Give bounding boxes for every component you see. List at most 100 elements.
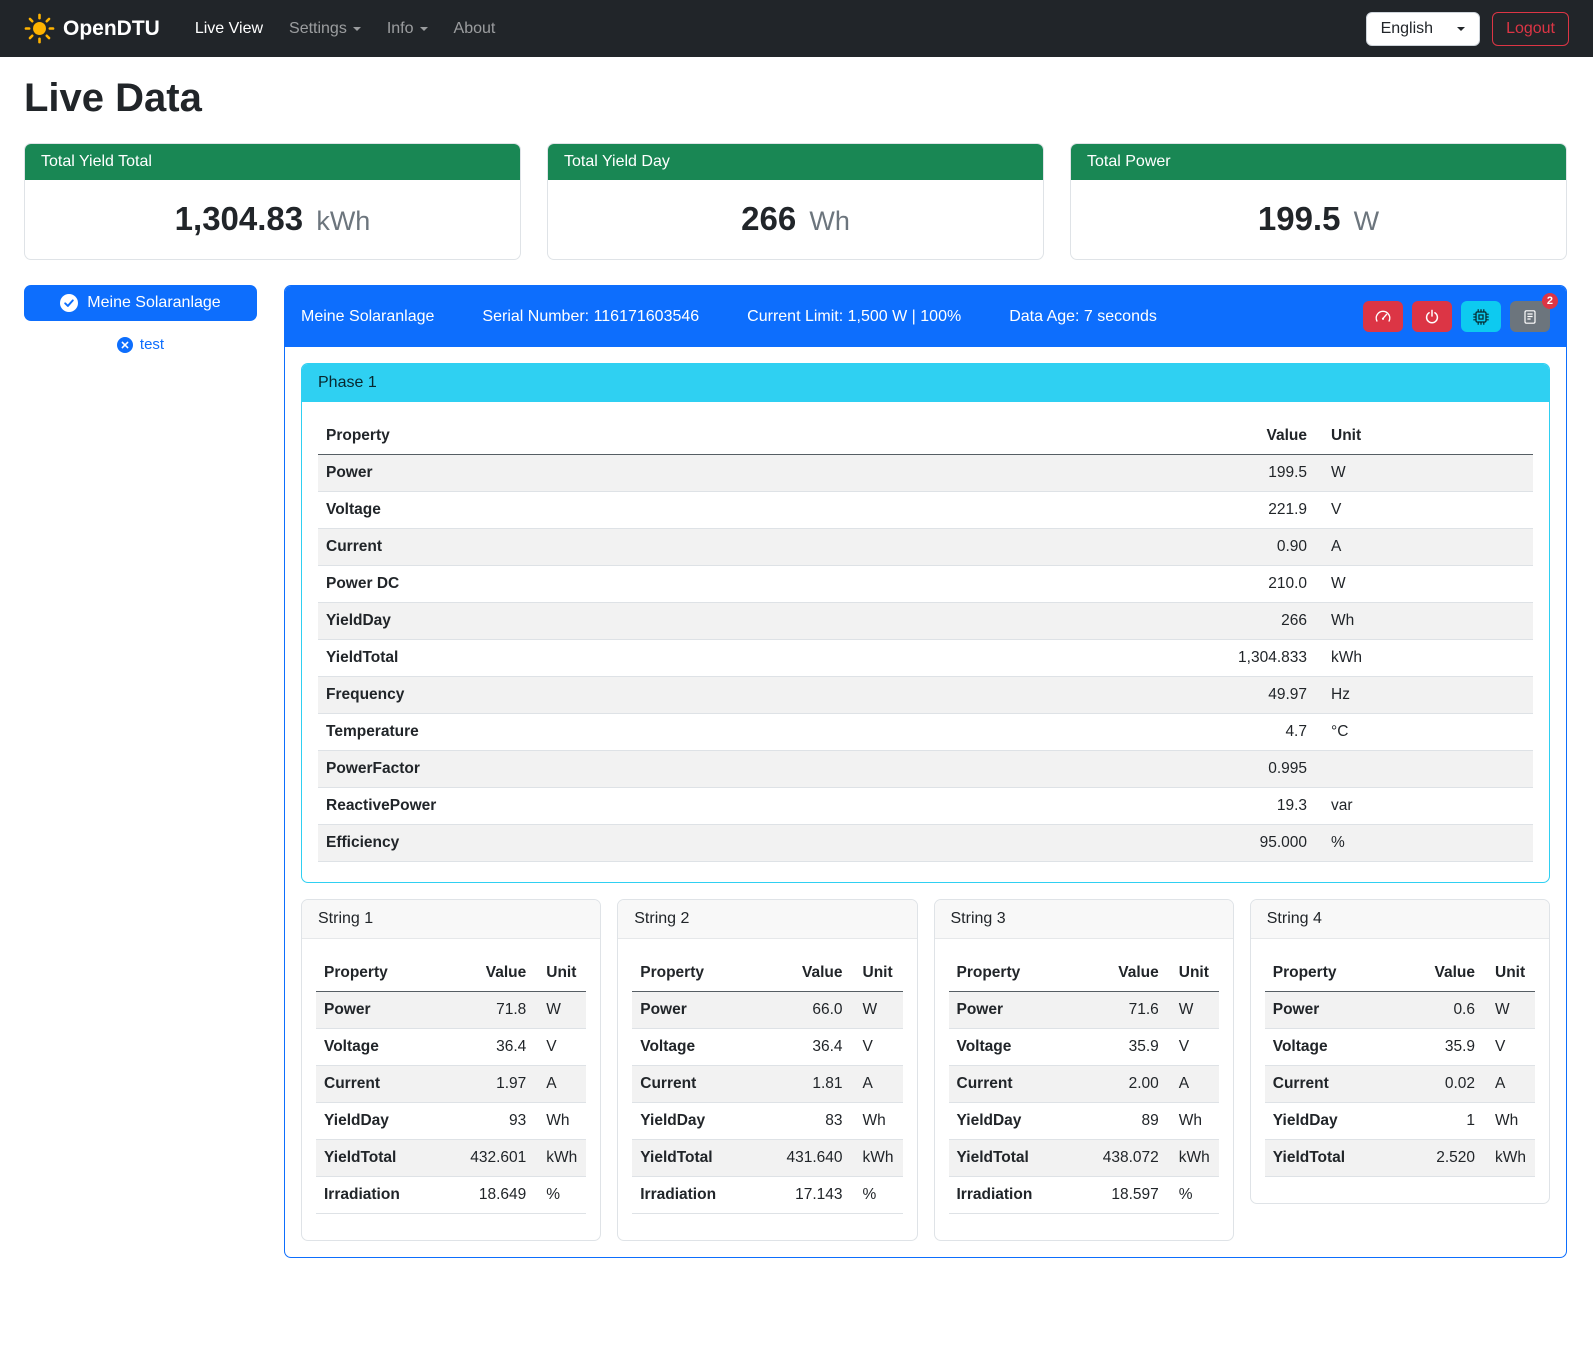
language-select[interactable]: English [1366,12,1480,46]
unit-cell: A [851,1066,903,1103]
unit-cell: W [534,992,586,1029]
value-cell: 4.7 [1185,714,1315,751]
nav-right: English Logout [1366,12,1569,46]
table-row: Voltage35.9V [1265,1029,1535,1066]
property-cell: YieldDay [632,1103,768,1140]
string-card-body: Property Value Unit Power0.6WVoltage35.9… [1251,939,1549,1203]
column-value: Value [769,955,851,992]
event-log-button[interactable]: 2 [1510,301,1550,332]
nav-settings-dropdown[interactable]: Settings [276,12,374,46]
value-cell: 2.520 [1401,1140,1483,1177]
property-cell: Irradiation [316,1177,452,1214]
column-value: Value [452,955,534,992]
value-cell: 438.072 [1085,1140,1167,1177]
property-cell: PowerFactor [318,751,1185,788]
inverter-select-button-test[interactable]: test [24,336,257,353]
inverter-card-body: Phase 1 Property Value Unit Power199.5WV… [285,347,1566,1257]
table-row: Voltage35.9V [949,1029,1219,1066]
limit-settings-button[interactable] [1363,301,1403,332]
summary-value-number: 266 [741,200,796,237]
column-unit: Unit [534,955,586,992]
value-cell: 1.97 [452,1066,534,1103]
property-cell: YieldDay [949,1103,1085,1140]
unit-cell: kWh [534,1140,586,1177]
property-cell: Current [632,1066,768,1103]
string-card-body: Property Value Unit Power71.8WVoltage36.… [302,939,600,1240]
unit-cell: A [1483,1066,1535,1103]
phase-card: Phase 1 Property Value Unit Power199.5WV… [301,363,1550,883]
value-cell: 71.6 [1085,992,1167,1029]
unit-cell: Wh [1483,1103,1535,1140]
string-card-2: String 2 Property Value Unit [617,899,917,1241]
unit-cell: Wh [534,1103,586,1140]
value-cell: 35.9 [1085,1029,1167,1066]
property-cell: YieldTotal [316,1140,452,1177]
table-row: YieldDay83Wh [632,1103,902,1140]
inverter-card-header: Meine Solaranlage Serial Number: 1161716… [285,286,1566,347]
table-row: Power199.5W [318,455,1533,492]
unit-cell: Wh [1167,1103,1219,1140]
string-table-body: Power71.6WVoltage35.9VCurrent2.00AYieldD… [949,992,1219,1214]
unit-cell: % [1167,1177,1219,1214]
nav-about[interactable]: About [441,12,509,46]
value-cell: 1 [1401,1103,1483,1140]
summary-card-value: 1,304.83 kWh [25,180,520,259]
nav-info-dropdown[interactable]: Info [374,12,441,46]
property-cell: Power [949,992,1085,1029]
column-value: Value [1401,955,1483,992]
page-title: Live Data [24,76,1567,121]
unit-cell: kWh [1483,1140,1535,1177]
table-row: Current2.00A [949,1066,1219,1103]
chevron-down-icon [353,27,361,31]
strings-row: String 1 Property Value Unit [301,899,1550,1241]
power-button[interactable] [1412,301,1452,332]
summary-card-value: 199.5 W [1071,180,1566,259]
property-cell: Voltage [1265,1029,1401,1066]
property-cell: Power [316,992,452,1029]
table-row: Temperature4.7°C [318,714,1533,751]
property-cell: Irradiation [632,1177,768,1214]
nav-about-label: About [454,20,496,38]
unit-cell: V [1315,492,1533,529]
property-cell: YieldDay [316,1103,452,1140]
unit-cell: W [851,992,903,1029]
string-card-4: String 4 Property Value Unit [1250,899,1550,1204]
column-value: Value [1085,955,1167,992]
string-table: Property Value Unit Power0.6WVoltage35.9… [1265,955,1535,1177]
summary-value-number: 1,304.83 [175,200,303,237]
value-cell: 0.6 [1401,992,1483,1029]
summary-value-unit: W [1354,206,1379,236]
value-cell: 221.9 [1185,492,1315,529]
summary-value-unit: kWh [316,206,370,236]
property-cell: Power [632,992,768,1029]
unit-cell: °C [1315,714,1533,751]
value-cell: 71.8 [452,992,534,1029]
inverter-data-age: Data Age: 7 seconds [1009,308,1157,326]
logout-button[interactable]: Logout [1492,12,1569,46]
table-row: Power71.6W [949,992,1219,1029]
value-cell: 89 [1085,1103,1167,1140]
inverter-select-button-meine-solaranlage[interactable]: Meine Solaranlage [24,285,257,321]
value-cell: 199.5 [1185,455,1315,492]
unit-cell: kWh [851,1140,903,1177]
brand[interactable]: OpenDTU [24,13,160,44]
property-cell: YieldTotal [318,640,1185,677]
summary-card-title: Total Yield Total [25,144,520,180]
nav-live-view[interactable]: Live View [182,12,276,46]
unit-cell: var [1315,788,1533,825]
table-row: Current0.90A [318,529,1533,566]
property-cell: Voltage [318,492,1185,529]
unit-cell: V [1483,1029,1535,1066]
table-row: Current1.97A [316,1066,586,1103]
string-card-title: String 2 [618,900,916,939]
property-cell: YieldTotal [949,1140,1085,1177]
summary-row: Total Yield Total 1,304.83 kWh Total Yie… [24,143,1567,260]
brand-label: OpenDTU [63,17,160,41]
property-cell: Efficiency [318,825,1185,862]
value-cell: 266 [1185,603,1315,640]
value-cell: 93 [452,1103,534,1140]
device-info-button[interactable] [1461,301,1501,332]
table-row: Power DC210.0W [318,566,1533,603]
property-cell: Power [318,455,1185,492]
table-row: Voltage221.9V [318,492,1533,529]
